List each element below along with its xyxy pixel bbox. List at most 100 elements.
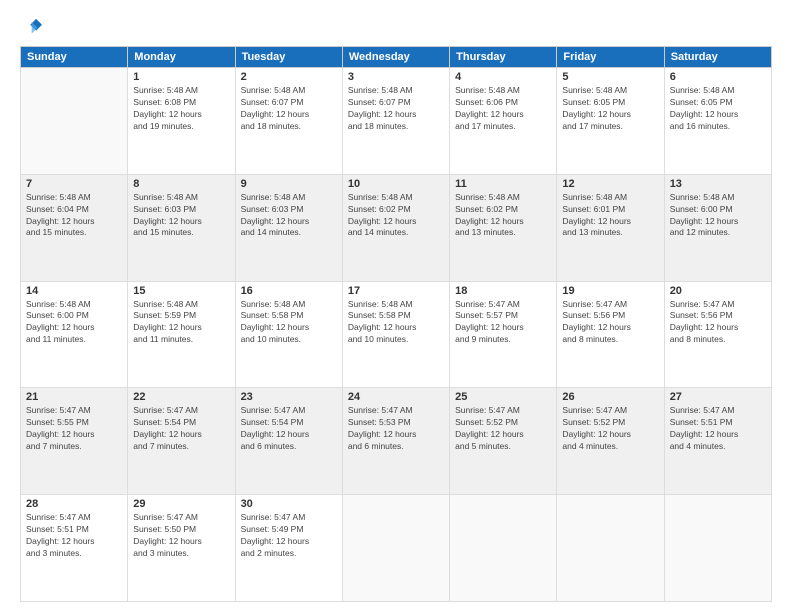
day-number: 23 [241,391,337,403]
day-info: Sunrise: 5:48 AMSunset: 6:07 PMDaylight:… [241,85,337,133]
day-number: 5 [562,71,658,83]
day-info-line: Daylight: 12 hours [26,429,95,439]
day-info-line: Sunrise: 5:47 AM [670,405,735,415]
day-info: Sunrise: 5:48 AMSunset: 6:04 PMDaylight:… [26,192,122,240]
day-info-line: Sunrise: 5:48 AM [348,85,413,95]
day-info-line: Daylight: 12 hours [241,429,310,439]
day-info-line: Daylight: 12 hours [241,536,310,546]
calendar-cell: 17Sunrise: 5:48 AMSunset: 5:58 PMDayligh… [342,281,449,388]
day-info-line: Daylight: 12 hours [670,109,739,119]
day-number: 2 [241,71,337,83]
day-info: Sunrise: 5:47 AMSunset: 5:54 PMDaylight:… [241,405,337,453]
day-info-line: Daylight: 12 hours [455,109,524,119]
day-info-line: Daylight: 12 hours [455,322,524,332]
day-info-line: Sunrise: 5:48 AM [241,85,306,95]
day-number: 16 [241,285,337,297]
day-info: Sunrise: 5:48 AMSunset: 5:58 PMDaylight:… [348,299,444,347]
day-info-line: Sunrise: 5:47 AM [241,405,306,415]
day-info-line: and 17 minutes. [455,121,515,131]
day-info-line: Sunrise: 5:48 AM [133,192,198,202]
header-monday: Monday [128,47,235,68]
calendar-week-row: 21Sunrise: 5:47 AMSunset: 5:55 PMDayligh… [21,388,772,495]
day-number: 6 [670,71,766,83]
day-info-line: Daylight: 12 hours [26,216,95,226]
day-info-line: and 14 minutes. [348,227,408,237]
header-friday: Friday [557,47,664,68]
day-number: 13 [670,178,766,190]
day-info: Sunrise: 5:47 AMSunset: 5:53 PMDaylight:… [348,405,444,453]
day-info: Sunrise: 5:47 AMSunset: 5:50 PMDaylight:… [133,512,229,560]
day-info-line: Sunset: 5:51 PM [26,524,89,534]
day-number: 20 [670,285,766,297]
day-info-line: Sunrise: 5:48 AM [670,85,735,95]
day-info-line: Sunset: 6:06 PM [455,97,518,107]
day-info: Sunrise: 5:48 AMSunset: 6:03 PMDaylight:… [241,192,337,240]
day-info-line: and 13 minutes. [455,227,515,237]
day-info-line: Sunrise: 5:48 AM [455,85,520,95]
calendar-week-row: 28 Sunrise: 5:47 AM Sunset: 5:51 PM Dayligh… [21,495,772,602]
day-info-line: Sunset: 6:03 PM [133,204,196,214]
day-number: 18 [455,285,551,297]
day-info-line: Sunrise: 5:48 AM [562,85,627,95]
calendar-cell [21,68,128,175]
day-info: Sunrise: 5:48 AM Sunset: 6:06 PM Daylight:… [455,85,551,133]
day-info-line: Sunset: 6:04 PM [26,204,89,214]
day-number: 28 [26,498,122,510]
calendar-cell: 25Sunrise: 5:47 AMSunset: 5:52 PMDayligh… [450,388,557,495]
day-info-line: Sunset: 6:02 PM [348,204,411,214]
day-number: 11 [455,178,551,190]
calendar-cell [342,495,449,602]
day-info-line: Sunrise: 5:48 AM [133,85,198,95]
day-info-line: Sunset: 5:52 PM [455,417,518,427]
calendar-cell: 18Sunrise: 5:47 AMSunset: 5:57 PMDayligh… [450,281,557,388]
day-info-line: Sunset: 6:00 PM [26,310,89,320]
day-info: Sunrise: 5:47 AMSunset: 5:52 PMDaylight:… [562,405,658,453]
day-info: Sunrise: 5:47 AMSunset: 5:56 PMDaylight:… [670,299,766,347]
day-number: 26 [562,391,658,403]
page: Sunday Monday Tuesday Wednesday Thursday… [0,0,792,612]
day-number: 12 [562,178,658,190]
day-info-line: Daylight: 12 hours [133,109,202,119]
day-info-line: and 6 minutes. [348,441,404,451]
day-info: Sunrise: 5:48 AMSunset: 6:00 PMDaylight:… [26,299,122,347]
day-info-line: and 5 minutes. [455,441,511,451]
day-info-line: Sunrise: 5:47 AM [26,512,91,522]
day-info-line: Sunrise: 5:48 AM [562,192,627,202]
day-info: Sunrise: 5:48 AM Sunset: 6:08 PM Daylight:… [133,85,229,133]
calendar-cell: 3Sunrise: 5:48 AMSunset: 6:07 PMDaylight… [342,68,449,175]
day-info-line: and 2 minutes. [241,548,297,558]
calendar-cell: 4Sunrise: 5:48 AMSunset: 6:06 PMDaylight… [450,68,557,175]
day-info-line: Daylight: 12 hours [670,322,739,332]
day-info-line: Daylight: 12 hours [455,429,524,439]
day-info-line: and 18 minutes. [241,121,301,131]
day-info-line: Sunset: 5:53 PM [348,417,411,427]
day-number: 25 [455,391,551,403]
day-info-line: Sunrise: 5:47 AM [133,512,198,522]
calendar-cell: 5Sunrise: 5:48 AMSunset: 6:05 PMDaylight… [557,68,664,175]
day-info-line: and 6 minutes. [241,441,297,451]
day-number: 8 [133,178,229,190]
day-info-line: Daylight: 12 hours [348,216,417,226]
day-info-line: Sunrise: 5:47 AM [26,405,91,415]
calendar-cell: 12Sunrise: 5:48 AMSunset: 6:01 PMDayligh… [557,174,664,281]
day-info-line: Daylight: 12 hours [133,429,202,439]
day-info-line: Sunset: 5:57 PM [455,310,518,320]
day-info: Sunrise: 5:48 AMSunset: 5:58 PMDaylight:… [241,299,337,347]
day-info-line: Daylight: 12 hours [133,216,202,226]
calendar-cell: 16 Sunrise: 5:48 AMSunset: 5:58 PMDayligh… [235,281,342,388]
day-info-line: Daylight: 12 hours [562,109,631,119]
day-info: Sunrise: 5:47 AMSunset: 5:54 PMDaylight:… [133,405,229,453]
day-number: 22 [133,391,229,403]
day-info-line: Sunset: 6:00 PM [670,204,733,214]
day-info-line: Daylight: 12 hours [562,322,631,332]
day-info-line: Sunset: 6:08 PM [133,97,196,107]
calendar-cell: 22 Sunrise: 5:47 AMSunset: 5:54 PMDayligh… [128,388,235,495]
day-info-line: Sunset: 6:01 PM [562,204,625,214]
day-info-line: and 11 minutes. [26,334,86,344]
calendar-cell: 8 Sunrise: 5:48 AM Sunset: 6:03 PM Daylight… [128,174,235,281]
day-info-line: and 15 minutes. [133,227,193,237]
header-sunday: Sunday [21,47,128,68]
day-info-line: Sunset: 6:02 PM [455,204,518,214]
day-info-line: Sunrise: 5:47 AM [562,299,627,309]
day-info-line: and 3 minutes. [133,548,189,558]
